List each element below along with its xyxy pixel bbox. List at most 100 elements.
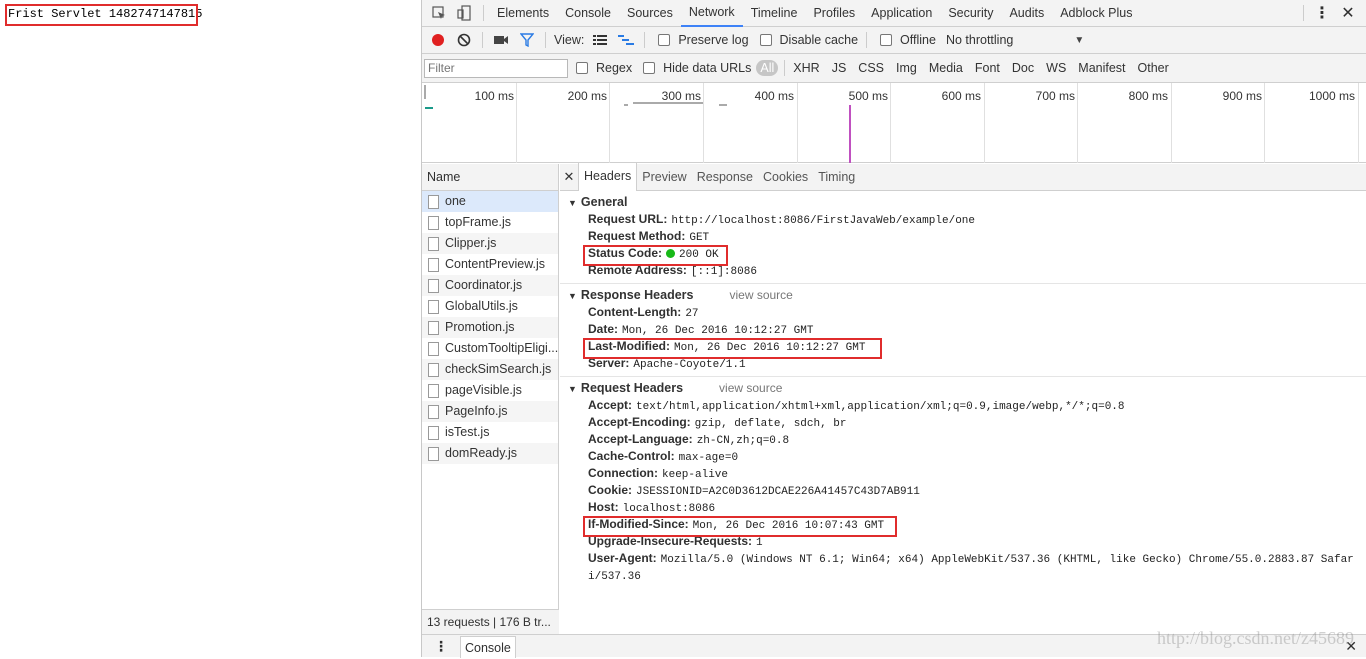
filter-type-css[interactable]: CSS [852,61,890,75]
filter-type-doc[interactable]: Doc [1006,61,1040,75]
request-row[interactable]: one [422,191,558,212]
request-row[interactable]: pageVisible.js [422,380,558,401]
header-key: Last-Modified: [588,339,670,353]
tab-console[interactable]: Console [557,0,619,27]
response-headers-toggle[interactable]: ▼ Response Headers view source [568,286,1366,304]
regex-checkbox[interactable] [576,62,588,74]
drawer-tab-console[interactable]: Console [460,636,516,658]
general-section-toggle[interactable]: ▼ General [568,193,1366,211]
filter-type-manifest[interactable]: Manifest [1072,61,1131,75]
record-button[interactable] [425,27,451,53]
view-source-link[interactable]: view source [719,381,782,395]
overview-toggle-button[interactable] [613,27,639,53]
drawer-menu-icon[interactable]: ⋮ [434,638,448,655]
large-rows-button[interactable] [587,27,613,53]
request-row[interactable]: topFrame.js [422,212,558,233]
filter-type-all[interactable]: All [756,60,779,76]
file-icon [428,341,439,356]
file-icon [428,446,439,461]
request-row[interactable]: PageInfo.js [422,401,558,422]
file-icon [428,425,439,440]
header-key: Accept-Language: [588,432,693,446]
offline-label: Offline [900,33,936,47]
close-details-icon[interactable]: ✕ [560,169,578,185]
header-row-wrap: i/537.36 [568,567,1366,584]
tab-timing[interactable]: Timing [813,164,860,191]
overview-request-bar [719,104,727,106]
tab-response[interactable]: Response [692,164,758,191]
overview-tick-label: 300 ms [661,89,701,103]
grid-line [890,83,891,163]
header-key: Request URL: [588,212,668,226]
request-name: pageVisible.js [445,383,522,397]
filter-input[interactable] [424,58,568,78]
hide-data-urls-checkbox[interactable] [643,62,656,74]
header-value: localhost:8086 [622,503,716,515]
header-row: Remote Address: [::1]:8086 [568,262,1366,279]
request-row[interactable]: Promotion.js [422,317,558,338]
request-row[interactable]: Clipper.js [422,233,558,254]
capture-screenshots-button[interactable] [488,27,514,53]
header-key: Content-Length: [588,305,682,319]
clear-button[interactable] [451,27,477,53]
tab-profiles[interactable]: Profiles [805,0,863,27]
filter-type-font[interactable]: Font [969,61,1006,75]
filter-type-other[interactable]: Other [1132,61,1175,75]
document-icon [428,194,439,209]
filter-type-media[interactable]: Media [923,61,969,75]
tab-cookies[interactable]: Cookies [758,164,813,191]
filter-type-xhr[interactable]: XHR [787,61,825,75]
tab-application[interactable]: Application [863,0,940,27]
chevron-down-icon[interactable]: ▼ [1074,35,1084,46]
tab-timeline[interactable]: Timeline [743,0,806,27]
preserve-log-checkbox[interactable] [658,34,671,46]
preserve-log-label: Preserve log [678,33,749,47]
request-row[interactable]: isTest.js [422,422,558,443]
header-value: Mon, 26 Dec 2016 10:12:27 GMT [674,342,866,354]
filter-type-img[interactable]: Img [890,61,923,75]
view-source-link[interactable]: view source [729,288,792,302]
overview-tick-label: 600 ms [941,89,981,103]
tab-preview[interactable]: Preview [637,164,691,191]
grid-line [609,83,610,163]
inspect-element-icon[interactable] [426,0,452,26]
tab-security[interactable]: Security [940,0,1001,27]
header-row: Accept: text/html,application/xhtml+xml,a… [568,397,1366,414]
more-options-icon[interactable]: ⋮ [1309,0,1335,26]
header-row: User-Agent: Mozilla/5.0 (Windows NT 6.1; … [568,550,1366,567]
grid-line [1264,83,1265,163]
watermark-text: http://blog.csdn.net/z45689 [1157,628,1354,648]
header-row: Upgrade-Insecure-Requests: 1 [568,533,1366,550]
tab-elements[interactable]: Elements [489,0,557,27]
toolbar-divider [545,32,546,48]
request-row[interactable]: Coordinator.js [422,275,558,296]
tab-sources[interactable]: Sources [619,0,681,27]
request-row[interactable]: checkSimSearch.js [422,359,558,380]
disable-cache-checkbox[interactable] [759,34,772,46]
tab-network[interactable]: Network [680,0,743,27]
filter-toggle-button[interactable] [514,27,540,53]
request-row[interactable]: CustomTooltipEligi... [422,338,558,359]
request-row[interactable]: domReady.js [422,443,558,464]
header-key: Accept-Encoding: [588,415,691,429]
close-devtools-icon[interactable]: ✕ [1335,0,1361,26]
filter-type-ws[interactable]: WS [1040,61,1072,75]
tab-adblock-plus[interactable]: Adblock Plus [1052,0,1140,27]
tab-audits[interactable]: Audits [1001,0,1052,27]
offline-checkbox[interactable] [880,34,893,46]
request-row[interactable]: GlobalUtils.js [422,296,558,317]
request-headers-toggle[interactable]: ▼ Request Headers view source [568,379,1366,397]
request-row[interactable]: ContentPreview.js [422,254,558,275]
header-row: Host: localhost:8086 [568,499,1366,516]
header-key: Request Method: [588,229,686,243]
header-key: Accept: [588,398,633,412]
throttling-select[interactable]: No throttling [943,33,1016,47]
tab-headers[interactable]: Headers [578,163,638,191]
request-name: Clipper.js [445,236,497,250]
filter-type-js[interactable]: JS [826,61,853,75]
device-mode-icon[interactable] [452,0,478,26]
network-overview[interactable]: 100 ms 200 ms 300 ms 400 ms 500 ms 600 m… [422,83,1366,163]
file-icon [428,362,439,377]
column-header-name[interactable]: Name [422,164,558,191]
request-name: PageInfo.js [445,404,508,418]
